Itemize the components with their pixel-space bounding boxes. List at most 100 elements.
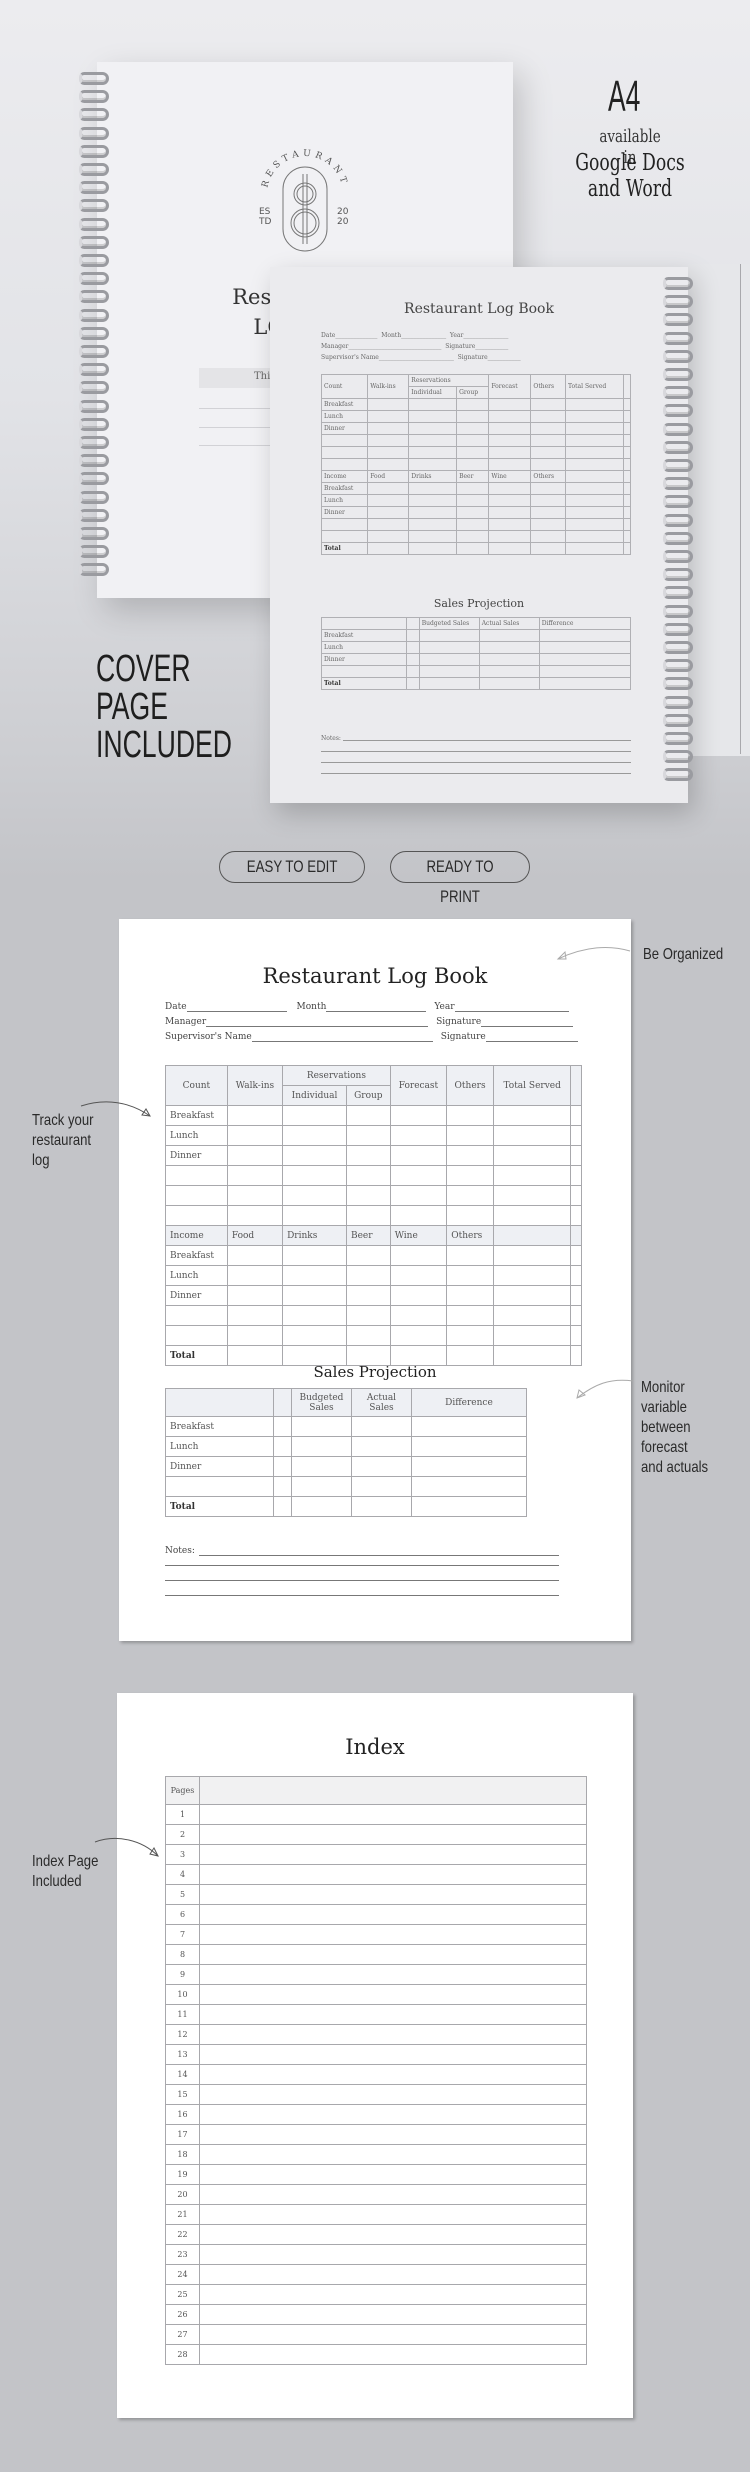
table-cell[interactable] [446, 1205, 494, 1226]
table-cell[interactable] [456, 398, 490, 411]
index-entry-cell[interactable] [199, 2044, 587, 2065]
date-field[interactable] [186, 1002, 287, 1012]
table-cell[interactable] [282, 1205, 347, 1226]
table-cell[interactable] [564, 446, 625, 459]
table-cell[interactable] [530, 482, 566, 495]
table-cell[interactable] [570, 1305, 582, 1326]
index-entry-cell[interactable] [199, 2344, 587, 2365]
table-cell[interactable] [282, 1325, 347, 1346]
table-cell[interactable] [226, 1305, 284, 1326]
table-cell[interactable] [406, 641, 420, 654]
table-cell[interactable] [367, 518, 410, 531]
table-cell[interactable] [564, 434, 625, 447]
table-cell[interactable] [530, 422, 566, 435]
table-cell[interactable] [226, 1145, 284, 1166]
table-cell[interactable] [226, 1185, 284, 1206]
table-cell[interactable] [350, 1436, 412, 1457]
table-cell[interactable] [406, 665, 420, 678]
table-cell[interactable] [623, 434, 631, 447]
table-cell[interactable] [570, 1285, 582, 1306]
table-cell[interactable] [282, 1165, 347, 1186]
table-cell[interactable] [488, 482, 532, 495]
table-cell[interactable] [345, 1325, 391, 1346]
table-cell[interactable] [488, 518, 532, 531]
index-entry-cell[interactable] [199, 1884, 587, 1905]
table-cell[interactable] [345, 1185, 391, 1206]
index-entry-cell[interactable] [199, 1804, 587, 1825]
table-cell[interactable] [538, 677, 632, 690]
index-entry-cell[interactable] [199, 2244, 587, 2265]
table-cell[interactable] [290, 1476, 352, 1497]
table-cell[interactable] [570, 1125, 582, 1146]
table-cell[interactable] [570, 1325, 582, 1346]
index-entry-cell[interactable] [199, 2064, 587, 2085]
table-cell[interactable] [367, 494, 410, 507]
table-cell[interactable] [570, 1185, 582, 1206]
table-cell[interactable] [410, 1456, 528, 1477]
table-cell[interactable] [492, 1325, 572, 1346]
table-cell[interactable] [478, 629, 540, 642]
index-entry-cell[interactable] [199, 1964, 587, 1985]
index-entry-cell[interactable] [199, 2224, 587, 2245]
table-cell[interactable] [564, 518, 625, 531]
table-cell[interactable] [446, 1105, 494, 1126]
table-cell[interactable] [488, 494, 532, 507]
table-cell[interactable] [530, 458, 566, 471]
index-entry-cell[interactable] [199, 2124, 587, 2145]
table-cell[interactable] [408, 482, 458, 495]
table-cell[interactable] [446, 1245, 494, 1266]
table-cell[interactable] [345, 1285, 391, 1306]
table-cell[interactable] [623, 530, 631, 543]
table-cell[interactable] [538, 629, 632, 642]
table-cell[interactable] [530, 494, 566, 507]
index-entry-cell[interactable] [199, 1904, 587, 1925]
manager-field[interactable] [206, 1017, 429, 1027]
table-cell[interactable] [345, 1125, 391, 1146]
table-cell[interactable] [623, 494, 631, 507]
table-cell[interactable] [226, 1265, 284, 1286]
table-cell[interactable] [406, 629, 420, 642]
table-cell[interactable] [530, 530, 566, 543]
table-cell[interactable] [350, 1496, 412, 1517]
table-cell[interactable] [446, 1185, 494, 1206]
table-cell[interactable] [418, 653, 480, 666]
table-cell[interactable] [350, 1476, 412, 1497]
table-cell[interactable] [478, 641, 540, 654]
table-cell[interactable] [408, 458, 458, 471]
table-cell[interactable] [282, 1245, 347, 1266]
table-cell[interactable] [350, 1416, 412, 1437]
table-cell[interactable] [564, 530, 625, 543]
table-cell[interactable] [446, 1325, 494, 1346]
table-cell[interactable] [488, 422, 532, 435]
table-cell[interactable] [564, 422, 625, 435]
index-entry-cell[interactable] [199, 2264, 587, 2285]
table-cell[interactable] [446, 1265, 494, 1286]
table-cell[interactable] [623, 422, 631, 435]
table-cell[interactable] [570, 1145, 582, 1166]
table-cell[interactable] [530, 398, 566, 411]
signature-field[interactable] [485, 1032, 578, 1042]
table-cell[interactable] [410, 1496, 528, 1517]
table-cell[interactable] [530, 542, 566, 555]
table-cell[interactable] [623, 446, 631, 459]
table-cell[interactable] [418, 677, 480, 690]
table-cell[interactable] [478, 677, 540, 690]
table-cell[interactable] [488, 434, 532, 447]
table-cell[interactable] [492, 1285, 572, 1306]
table-cell[interactable] [570, 1105, 582, 1126]
table-cell[interactable] [345, 1205, 391, 1226]
table-cell[interactable] [488, 530, 532, 543]
table-cell[interactable] [488, 458, 532, 471]
table-cell[interactable] [530, 506, 566, 519]
table-cell[interactable] [406, 677, 420, 690]
table-cell[interactable] [456, 542, 490, 555]
table-cell[interactable] [345, 1165, 391, 1186]
index-entry-cell[interactable] [199, 2104, 587, 2125]
table-cell[interactable] [418, 629, 480, 642]
table-cell[interactable] [530, 434, 566, 447]
table-cell[interactable] [488, 542, 532, 555]
table-cell[interactable] [410, 1436, 528, 1457]
table-cell[interactable] [282, 1265, 347, 1286]
table-cell[interactable] [446, 1165, 494, 1186]
table-cell[interactable] [488, 410, 532, 423]
